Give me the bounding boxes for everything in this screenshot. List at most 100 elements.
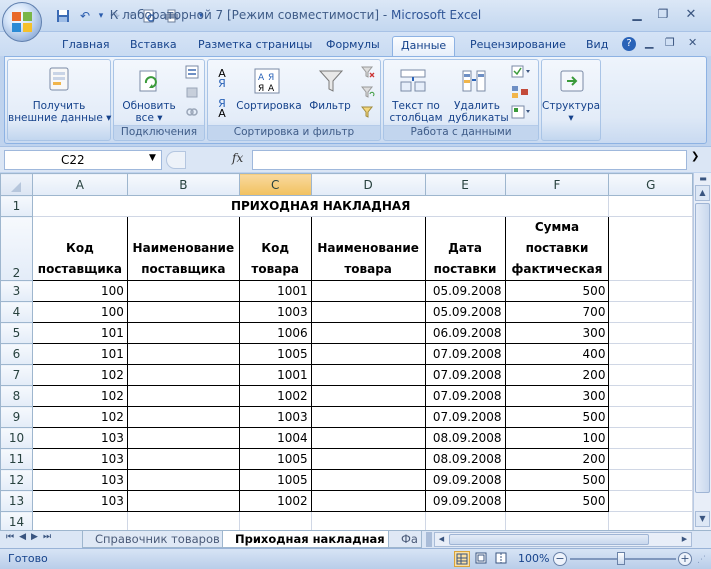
cell-b[interactable]: [126, 364, 240, 386]
close-icon[interactable]: ✕: [680, 5, 702, 23]
cell-c[interactable]: 1002: [238, 385, 312, 407]
cell-d[interactable]: [310, 448, 426, 470]
cell-f[interactable]: 100: [504, 427, 610, 449]
sort-button[interactable]: Сортировка: [236, 100, 302, 112]
cell-c[interactable]: 1001: [238, 364, 312, 386]
cell-c[interactable]: 1003: [238, 301, 312, 323]
edit-links-icon[interactable]: [184, 104, 200, 120]
row-header[interactable]: 13: [0, 490, 33, 512]
cell-e[interactable]: 06.09.2008: [424, 322, 506, 344]
cell-d[interactable]: [310, 406, 426, 428]
properties-icon[interactable]: [184, 84, 200, 100]
cell-g[interactable]: [608, 490, 693, 512]
scroll-thumb[interactable]: [695, 203, 710, 493]
cell-c[interactable]: 1001: [238, 280, 312, 302]
row-header[interactable]: 5: [0, 322, 33, 344]
scroll-up-icon[interactable]: ▲: [695, 185, 710, 201]
cell-b[interactable]: [126, 343, 240, 365]
column-header-e[interactable]: E: [424, 173, 506, 196]
zoom-slider-thumb[interactable]: [617, 552, 625, 565]
header-cell-product-name[interactable]: Наименование товара: [310, 216, 426, 281]
clear-filter-icon[interactable]: [360, 64, 376, 80]
cell-f[interactable]: 200: [504, 364, 610, 386]
cell-a[interactable]: 101: [31, 322, 128, 344]
cell-f[interactable]: 400: [504, 343, 610, 365]
cell-d[interactable]: [310, 280, 426, 302]
select-all-corner[interactable]: [0, 173, 33, 196]
row-header[interactable]: 6: [0, 343, 33, 365]
zoom-out-icon[interactable]: −: [553, 552, 567, 566]
scroll-left-icon[interactable]: ◀: [435, 533, 448, 546]
sheet-tab-products[interactable]: Справочник товаров: [82, 531, 231, 548]
refresh-all-button[interactable]: Обновить все ▾: [116, 100, 182, 124]
cell-a[interactable]: 102: [31, 406, 128, 428]
cell-g[interactable]: [608, 469, 693, 491]
text-to-columns-button[interactable]: Текст по столбцам: [386, 100, 446, 124]
sort-descending-icon[interactable]: ЯА: [212, 98, 232, 120]
resize-grip-icon[interactable]: ⋰: [697, 555, 706, 565]
cell[interactable]: [608, 216, 693, 281]
header-cell-delivery-date[interactable]: Дата поставки: [424, 216, 506, 281]
cell-d[interactable]: [310, 385, 426, 407]
cell-b[interactable]: [126, 427, 240, 449]
scroll-down-icon[interactable]: ▼: [695, 511, 710, 527]
cell-a[interactable]: 103: [31, 427, 128, 449]
tab-home[interactable]: Главная: [54, 36, 118, 56]
cell[interactable]: [126, 511, 240, 530]
name-box-dropdown-icon[interactable]: ▼: [149, 153, 156, 163]
cell-a[interactable]: 103: [31, 469, 128, 491]
cell-b[interactable]: [126, 448, 240, 470]
worksheet-grid[interactable]: A B C D E F G 1 ПРИХОДНАЯ НАКЛАДНАЯ 2 Ко…: [0, 173, 693, 530]
insert-function-icon[interactable]: fx: [232, 151, 243, 165]
cell-e[interactable]: 07.09.2008: [424, 406, 506, 428]
cell-e[interactable]: 09.09.2008: [424, 490, 506, 512]
what-if-analysis-icon[interactable]: [510, 104, 532, 120]
sheet-tab-partial[interactable]: Фа: [388, 531, 422, 548]
column-header-a[interactable]: A: [31, 173, 128, 196]
cell-e[interactable]: 08.09.2008: [424, 427, 506, 449]
row-header[interactable]: 7: [0, 364, 33, 386]
row-header[interactable]: 4: [0, 301, 33, 323]
cell-f[interactable]: 300: [504, 322, 610, 344]
minimize-icon[interactable]: ▁: [626, 5, 648, 23]
cell-g[interactable]: [608, 448, 693, 470]
cell-f[interactable]: 500: [504, 406, 610, 428]
horizontal-scroll-thumb[interactable]: [449, 534, 649, 545]
scroll-right-icon[interactable]: ▶: [678, 533, 691, 546]
cell-b[interactable]: [126, 301, 240, 323]
cell-e[interactable]: 05.09.2008: [424, 301, 506, 323]
scroll-split-handle[interactable]: ▬: [696, 174, 710, 184]
page-break-view-icon[interactable]: [494, 551, 510, 567]
cell[interactable]: [608, 511, 693, 530]
cell-b[interactable]: [126, 469, 240, 491]
cell[interactable]: [310, 511, 426, 530]
advanced-filter-icon[interactable]: [360, 104, 376, 120]
cell-g[interactable]: [608, 343, 693, 365]
column-header-c[interactable]: C: [238, 173, 312, 196]
cell-g[interactable]: [608, 406, 693, 428]
row-header[interactable]: 10: [0, 427, 33, 449]
horizontal-scrollbar[interactable]: ◀ ▶: [434, 532, 692, 547]
cell-c[interactable]: 1005: [238, 343, 312, 365]
cell-f[interactable]: 500: [504, 469, 610, 491]
cell-c[interactable]: 1002: [238, 490, 312, 512]
cell-d[interactable]: [310, 490, 426, 512]
name-box[interactable]: C22 ▼: [4, 150, 162, 170]
row-header[interactable]: 2: [0, 216, 33, 281]
sheet-title-cell[interactable]: ПРИХОДНАЯ НАКЛАДНАЯ: [31, 195, 610, 217]
column-header-g[interactable]: G: [608, 173, 693, 196]
cell-f[interactable]: 700: [504, 301, 610, 323]
get-external-data-button[interactable]: Получить внешние данные ▾: [8, 100, 111, 124]
cell-f[interactable]: 300: [504, 385, 610, 407]
column-header-f[interactable]: F: [504, 173, 610, 196]
cell-c[interactable]: 1004: [238, 427, 312, 449]
header-cell-supplier-code[interactable]: Код поставщика: [31, 216, 128, 281]
outline-button[interactable]: Структура ▾: [542, 100, 600, 124]
cell-a[interactable]: 102: [31, 385, 128, 407]
cell-d[interactable]: [310, 364, 426, 386]
ribbon-restore-icon[interactable]: ❐: [665, 36, 675, 49]
cell-g[interactable]: [608, 427, 693, 449]
sheet-nav-arrows[interactable]: ⏮◀▶⏭: [6, 532, 56, 542]
header-cell-product-code[interactable]: Код товара: [238, 216, 312, 281]
cell-c[interactable]: 1005: [238, 469, 312, 491]
